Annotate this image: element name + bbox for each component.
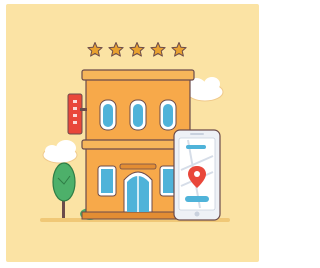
rating-stars [87, 42, 187, 57]
window [97, 165, 117, 197]
hotel-illustration [40, 42, 230, 222]
tree-icon [52, 162, 76, 218]
star-icon [108, 42, 124, 57]
star-icon [129, 42, 145, 57]
hotel-sign-icon [67, 93, 87, 135]
smartphone-icon [173, 129, 221, 221]
window [129, 99, 147, 131]
star-icon [150, 42, 166, 57]
illustration-frame [0, 0, 265, 268]
window [99, 99, 117, 131]
star-icon [171, 42, 187, 57]
window [159, 99, 177, 131]
star-icon [87, 42, 103, 57]
cloud-icon [42, 140, 78, 164]
